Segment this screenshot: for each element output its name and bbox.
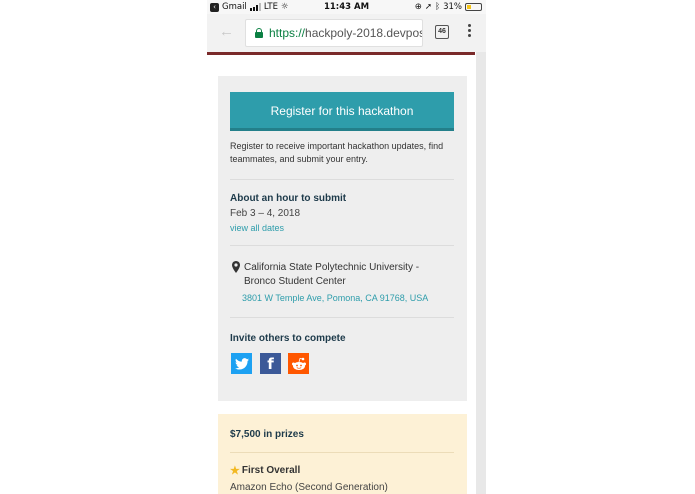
star-icon: ★ [230,465,240,477]
divider [230,179,454,180]
prize-total: $7,500 in prizes [230,429,304,440]
location-icon: ➚ [424,2,432,12]
status-bar: ‹ Gmail LTE ☼ 11:43 AM ⊕ ➚ ᛒ 31% [207,0,486,14]
reddit-icon [291,357,306,370]
battery-icon [465,3,482,11]
prize-title-text: First Overall [241,465,301,476]
divider [230,452,454,453]
status-right: ⊕ ➚ ᛒ 31% [415,2,482,12]
browser-toolbar: ← https://hackpoly-2018.devpos… 46 [207,14,486,52]
url-text[interactable]: https://hackpoly-2018.devpos… [269,26,422,40]
prizes-card: $7,500 in prizes ★ First Overall Amazon … [218,414,467,494]
submit-dates: Feb 3 – 4, 2018 [230,208,301,219]
prize-title: ★ First Overall [230,464,300,477]
rotation-lock-icon: ⊕ [414,2,422,12]
bluetooth-icon: ᛒ [434,2,441,12]
url-host: hackpoly-2018.devpos… [305,26,422,40]
twitter-share-button[interactable] [231,353,252,374]
divider [230,245,454,246]
facebook-icon: f [267,354,274,373]
reddit-share-button[interactable] [288,353,309,374]
lock-icon [255,28,263,38]
divider [230,317,454,318]
venue-name: California State Polytechnic University … [244,262,420,287]
address-bar[interactable]: https://hackpoly-2018.devpos… [245,19,423,47]
submit-title: About an hour to submit [230,193,347,204]
scrollbar[interactable] [476,52,486,494]
view-all-dates-link[interactable]: view all dates [230,223,284,233]
site-header-bar [207,52,475,55]
more-menu-icon[interactable] [468,24,472,39]
prize-item: Amazon Echo (Second Generation) [230,482,388,493]
invite-title: Invite others to compete [230,333,346,344]
hackathon-sidebar-card: Register for this hackathon Register to … [218,76,467,401]
register-button[interactable]: Register for this hackathon [230,92,454,131]
back-arrow-icon[interactable]: ← [219,23,234,40]
twitter-icon [234,357,249,370]
battery-percent: 31% [443,2,462,12]
venue-address-link[interactable]: 3801 W Temple Ave, Pomona, CA 91768, USA [242,293,428,303]
tab-switcher-button[interactable]: 46 [435,25,449,39]
url-scheme: https:// [269,26,306,40]
register-description: Register to receive important hackathon … [230,141,444,164]
facebook-share-button[interactable]: f [260,353,281,374]
location-pin-icon [232,261,240,273]
